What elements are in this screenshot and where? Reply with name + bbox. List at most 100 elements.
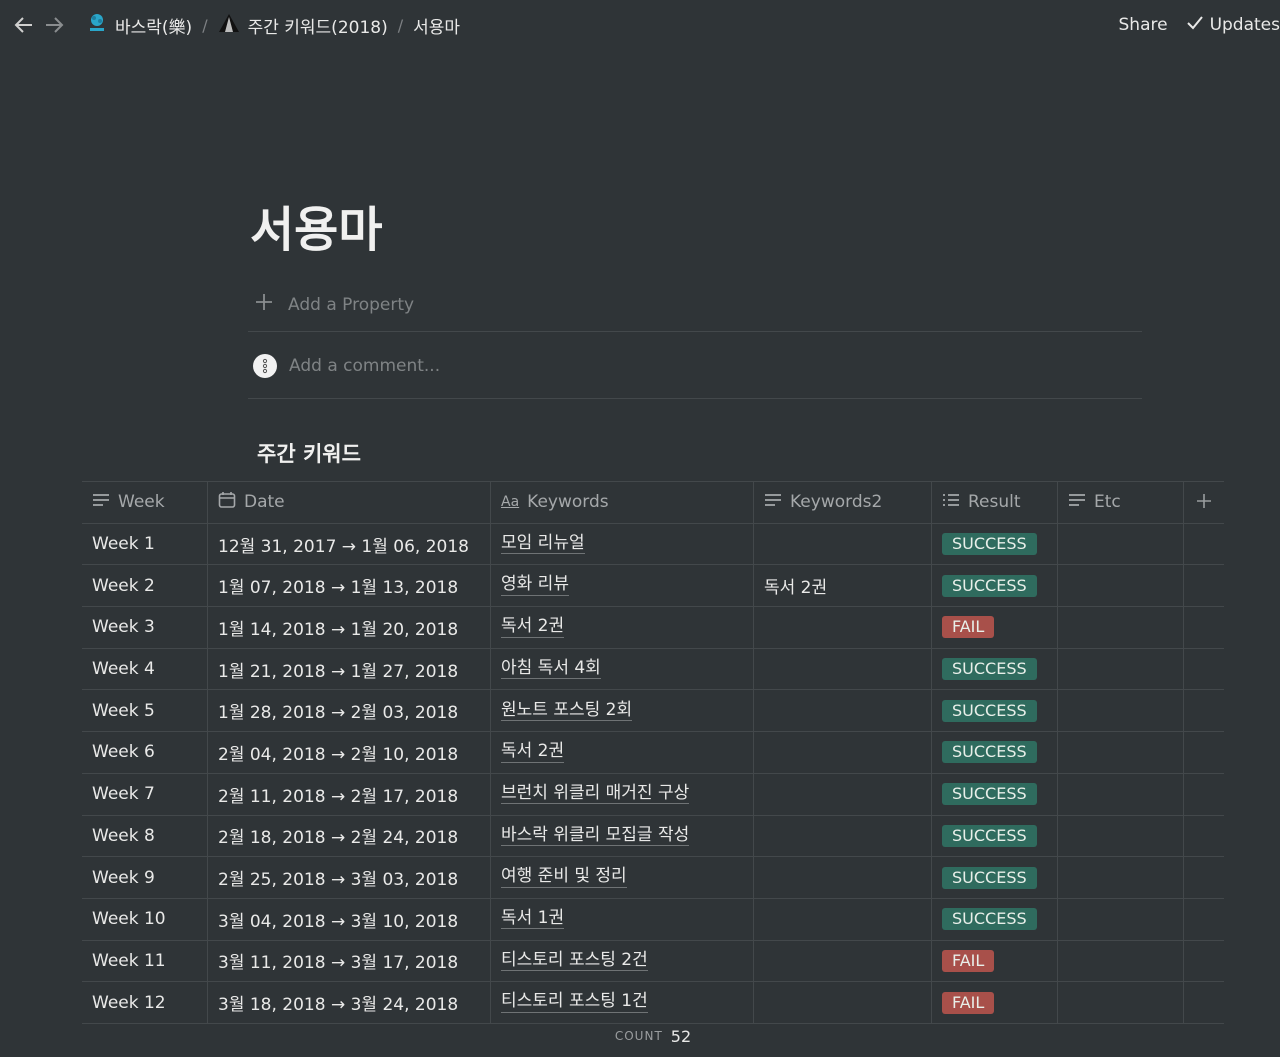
cell-etc[interactable] — [1058, 898, 1184, 940]
cell-week[interactable]: Week 7 — [82, 773, 208, 815]
cell-keywords[interactable]: 모임 리뉴얼 — [491, 523, 754, 565]
cell-result[interactable]: SUCCESS — [932, 898, 1058, 940]
table-row[interactable]: Week 2 1월 07, 2018 → 1월 13, 2018 영화 리뷰 독… — [82, 565, 1224, 608]
cell-etc[interactable] — [1058, 690, 1184, 732]
keywords-link[interactable]: 티스토리 포스팅 2건 — [501, 950, 648, 972]
cell-keywords[interactable]: 영화 리뷰 — [491, 565, 754, 607]
cell-keywords2[interactable] — [754, 815, 932, 857]
table-row[interactable]: Week 5 1월 28, 2018 → 2월 03, 2018 원노트 포스팅… — [82, 690, 1224, 733]
keywords-link[interactable]: 원노트 포스팅 2회 — [501, 700, 633, 722]
cell-result[interactable]: SUCCESS — [932, 857, 1058, 898]
cell-result[interactable]: SUCCESS — [932, 815, 1058, 857]
breadcrumb-workspace[interactable]: 바스락(樂) — [83, 10, 196, 41]
cell-date[interactable]: 3월 11, 2018 → 3월 17, 2018 — [208, 940, 491, 982]
keywords-link[interactable]: 독서 1권 — [501, 908, 565, 930]
cell-keywords2[interactable] — [754, 940, 932, 982]
table-row[interactable]: Week 7 2월 11, 2018 → 2월 17, 2018 브런치 위클리… — [82, 773, 1224, 816]
cell-keywords2[interactable] — [754, 898, 932, 940]
table-row[interactable]: Week 8 2월 18, 2018 → 2월 24, 2018 바스락 위클리… — [82, 815, 1224, 858]
keywords-link[interactable]: 독서 2권 — [501, 742, 565, 763]
cell-date[interactable]: 2월 25, 2018 → 3월 03, 2018 — [208, 857, 491, 898]
column-header-etc[interactable]: Etc — [1058, 482, 1184, 523]
column-header-keywords2[interactable]: Keywords2 — [754, 482, 932, 523]
cell-date[interactable]: 2월 11, 2018 → 2월 17, 2018 — [208, 773, 491, 815]
keywords-link[interactable]: 모임 리뉴얼 — [501, 533, 585, 555]
column-header-result[interactable]: Result — [932, 482, 1058, 523]
breadcrumb-parent[interactable]: 주간 키워드(2018) — [214, 10, 392, 41]
cell-date[interactable]: 2월 04, 2018 → 2월 10, 2018 — [208, 732, 491, 773]
cell-etc[interactable] — [1058, 565, 1184, 607]
cell-keywords[interactable]: 독서 2권 — [491, 732, 754, 773]
column-header-keywords[interactable]: Aa Keywords — [491, 482, 754, 523]
breadcrumb-current[interactable]: 서용마 — [409, 11, 464, 40]
cell-week[interactable]: Week 2 — [82, 565, 208, 607]
comment-input[interactable]: Add a comment... — [248, 333, 1142, 399]
cell-keywords[interactable]: 티스토리 포스팅 2건 — [491, 940, 754, 982]
cell-etc[interactable] — [1058, 940, 1184, 982]
cell-week[interactable]: Week 8 — [82, 815, 208, 857]
table-row[interactable]: Week 10 3월 04, 2018 → 3월 10, 2018 독서 1권 … — [82, 898, 1224, 941]
table-row[interactable]: Week 3 1월 14, 2018 → 1월 20, 2018 독서 2권 F… — [82, 607, 1224, 649]
cell-etc[interactable] — [1058, 523, 1184, 565]
cell-week[interactable]: Week 3 — [82, 607, 208, 648]
cell-etc[interactable] — [1058, 648, 1184, 690]
cell-etc[interactable] — [1058, 815, 1184, 857]
cell-result[interactable]: SUCCESS — [932, 732, 1058, 773]
cell-date[interactable]: 1월 28, 2018 → 2월 03, 2018 — [208, 690, 491, 732]
cell-keywords[interactable]: 아침 독서 4회 — [491, 648, 754, 690]
cell-keywords2[interactable] — [754, 857, 932, 898]
cell-week[interactable]: Week 12 — [82, 982, 208, 1023]
cell-date[interactable]: 1월 21, 2018 → 1월 27, 2018 — [208, 648, 491, 690]
cell-result[interactable]: SUCCESS — [932, 773, 1058, 815]
cell-etc[interactable] — [1058, 982, 1184, 1023]
cell-date[interactable]: 3월 18, 2018 → 3월 24, 2018 — [208, 982, 491, 1023]
cell-keywords[interactable]: 티스토리 포스팅 1건 — [491, 982, 754, 1023]
table-row[interactable]: Week 11 3월 11, 2018 → 3월 17, 2018 티스토리 포… — [82, 940, 1224, 983]
cell-week[interactable]: Week 11 — [82, 940, 208, 982]
cell-etc[interactable] — [1058, 857, 1184, 898]
cell-keywords2[interactable] — [754, 773, 932, 815]
cell-keywords2[interactable] — [754, 690, 932, 732]
column-header-week[interactable]: Week — [82, 482, 208, 523]
cell-keywords2[interactable] — [754, 732, 932, 773]
add-property-button[interactable]: Add a Property — [248, 278, 1142, 332]
cell-etc[interactable] — [1058, 732, 1184, 773]
add-column-button[interactable] — [1184, 482, 1224, 523]
cell-result[interactable]: FAIL — [932, 982, 1058, 1023]
cell-etc[interactable] — [1058, 773, 1184, 815]
cell-date[interactable]: 12월 31, 2017 → 1월 06, 2018 — [208, 523, 491, 565]
table-row[interactable]: Week 6 2월 04, 2018 → 2월 10, 2018 독서 2권 S… — [82, 732, 1224, 774]
cell-week[interactable]: Week 4 — [82, 648, 208, 690]
cell-date[interactable]: 3월 04, 2018 → 3월 10, 2018 — [208, 898, 491, 940]
cell-result[interactable]: SUCCESS — [932, 690, 1058, 732]
cell-week[interactable]: Week 6 — [82, 732, 208, 773]
cell-date[interactable]: 1월 14, 2018 → 1월 20, 2018 — [208, 607, 491, 648]
cell-keywords[interactable]: 여행 준비 및 정리 — [491, 857, 754, 898]
cell-date[interactable]: 1월 07, 2018 → 1월 13, 2018 — [208, 565, 491, 607]
cell-keywords2[interactable] — [754, 607, 932, 648]
cell-etc[interactable] — [1058, 607, 1184, 648]
cell-keywords[interactable]: 독서 1권 — [491, 898, 754, 940]
cell-week[interactable]: Week 9 — [82, 857, 208, 898]
cell-week[interactable]: Week 10 — [82, 898, 208, 940]
keywords-link[interactable]: 독서 2권 — [501, 617, 565, 638]
cell-keywords2[interactable] — [754, 982, 932, 1023]
cell-result[interactable]: FAIL — [932, 607, 1058, 648]
back-arrow-icon[interactable] — [9, 10, 39, 40]
cell-keywords2[interactable] — [754, 648, 932, 690]
keywords-link[interactable]: 아침 독서 4회 — [501, 658, 601, 680]
cell-result[interactable]: SUCCESS — [932, 648, 1058, 690]
keywords-link[interactable]: 티스토리 포스팅 1건 — [501, 992, 648, 1013]
cell-result[interactable]: SUCCESS — [932, 523, 1058, 565]
column-header-date[interactable]: Date — [208, 482, 491, 523]
cell-result[interactable]: SUCCESS — [932, 565, 1058, 607]
table-title[interactable]: 주간 키워드 — [257, 438, 361, 468]
share-button[interactable]: Share — [1119, 15, 1168, 35]
keywords-link[interactable]: 브런치 위클리 매거진 구상 — [501, 783, 690, 805]
cell-keywords[interactable]: 독서 2권 — [491, 607, 754, 648]
table-row[interactable]: Week 12 3월 18, 2018 → 3월 24, 2018 티스토리 포… — [82, 982, 1224, 1024]
cell-result[interactable]: FAIL — [932, 940, 1058, 982]
table-row[interactable]: Week 4 1월 21, 2018 → 1월 27, 2018 아침 독서 4… — [82, 648, 1224, 691]
table-row[interactable]: Week 9 2월 25, 2018 → 3월 03, 2018 여행 준비 및… — [82, 857, 1224, 899]
cell-date[interactable]: 2월 18, 2018 → 2월 24, 2018 — [208, 815, 491, 857]
